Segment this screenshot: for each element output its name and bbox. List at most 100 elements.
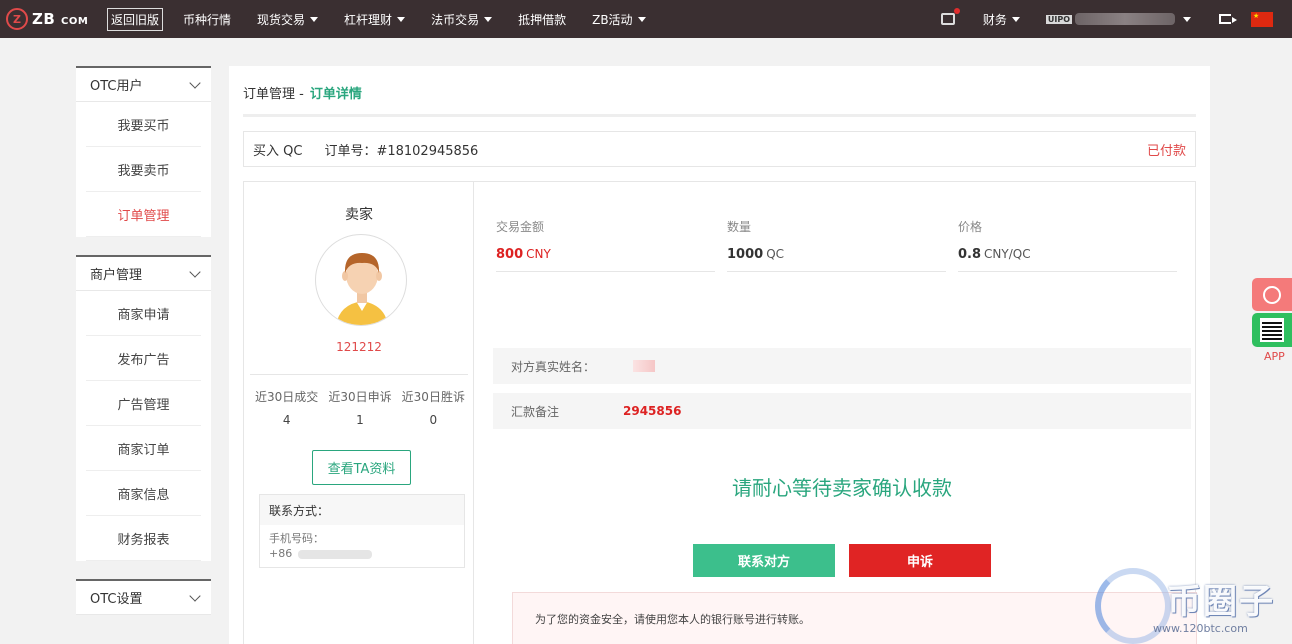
sidebar-group-0: OTC用户我要买币 我要卖币 订单管理 bbox=[76, 66, 211, 237]
sidebar-group-title: 商户管理 bbox=[90, 268, 143, 283]
order-detail-card: 卖家 121212 近30日成交 4 近30日申诉 1 近30日胜诉 0 查看TA资料 联… bbox=[243, 181, 1197, 644]
amount-number: 800 bbox=[496, 247, 524, 262]
chevron-down-icon bbox=[397, 16, 406, 22]
seller-avatar-icon bbox=[336, 253, 388, 325]
trade-price-value: 0.8 CNY/QC bbox=[958, 247, 1177, 262]
seller-stat: 近30日成交 4 bbox=[250, 388, 323, 427]
finance-menu[interactable]: 财务 bbox=[983, 11, 1020, 28]
seller-stat: 近30日申诉 1 bbox=[323, 388, 396, 427]
appeal-button[interactable]: 申诉 bbox=[849, 544, 991, 577]
seller-stat-label: 近30日成交 bbox=[255, 390, 319, 404]
status-message: 请耐心等待卖家确认收款 bbox=[732, 476, 952, 500]
seller-stat-value: 4 bbox=[282, 413, 291, 427]
contact-box: 联系方式： 手机号码： +86 bbox=[259, 494, 465, 568]
nav-item-3[interactable]: 法币交易 bbox=[431, 11, 493, 28]
user-name-blurred bbox=[1075, 13, 1175, 25]
sidebar-item[interactable]: 商家订单 bbox=[86, 426, 201, 471]
nav-item-5[interactable]: ZB活动 bbox=[592, 11, 646, 28]
remark-value[interactable]: 2945856 bbox=[623, 404, 681, 418]
sidebar-item[interactable]: 我要卖币 bbox=[86, 147, 201, 192]
chevron-down-icon bbox=[484, 16, 493, 22]
quantity-unit: QC bbox=[766, 247, 785, 261]
remark-label: 汇款备注 bbox=[511, 404, 560, 419]
order-summary-bar: 买入 QC 订单号：#18102945856 已付款 bbox=[243, 131, 1196, 167]
trade-quantity: 数量 1000 QC bbox=[727, 218, 946, 272]
sidebar-group-1: 商户管理商家申请 发布广告 广告管理 商家订单 商家信息 财务报表 bbox=[76, 255, 211, 561]
sidebar-item[interactable]: 我要买币 bbox=[86, 102, 201, 147]
app-label[interactable]: APP bbox=[1264, 350, 1285, 363]
amount-unit: CNY bbox=[526, 247, 551, 261]
sidebar-item[interactable]: 商家申请 bbox=[86, 291, 201, 336]
nav-item-label: 法币交易 bbox=[431, 12, 480, 27]
logo-mark-icon: Z bbox=[6, 8, 28, 30]
nav-item-0[interactable]: 币种行情 bbox=[183, 11, 231, 28]
watermark-url: www.120btc.com bbox=[1153, 622, 1248, 635]
sidebar-group-title: OTC用户 bbox=[90, 79, 143, 94]
sidebar-group-header[interactable]: 商户管理 bbox=[76, 257, 211, 291]
price-number: 0.8 bbox=[958, 247, 982, 262]
chevron-down-icon bbox=[310, 16, 319, 22]
nav-item-label: 现货交易 bbox=[257, 12, 306, 27]
seller-name[interactable]: 121212 bbox=[244, 340, 474, 354]
chevron-down-icon bbox=[189, 589, 201, 602]
logo-text: ZB COM bbox=[32, 10, 89, 28]
payee-name-label: 对方真实姓名： bbox=[511, 359, 596, 374]
breadcrumb: 订单管理 - 订单详情 bbox=[243, 83, 362, 102]
message-icon[interactable] bbox=[940, 8, 960, 25]
trade-quantity-label: 数量 bbox=[727, 220, 752, 234]
sidebar-group-title: OTC设置 bbox=[90, 592, 143, 607]
contact-title: 联系方式： bbox=[260, 495, 464, 525]
phone-value: +86 bbox=[269, 546, 455, 561]
divider bbox=[250, 374, 468, 375]
zb-logo[interactable]: Z ZB COM bbox=[6, 8, 98, 30]
trade-price: 价格 0.8 CNY/QC bbox=[958, 218, 1177, 272]
sidebar-item[interactable]: 商家信息 bbox=[86, 471, 201, 516]
chevron-down-icon bbox=[1183, 16, 1191, 22]
seller-stat-label: 近30日胜诉 bbox=[401, 390, 465, 404]
user-menu[interactable]: UIPO bbox=[1045, 13, 1191, 25]
sidebar-item[interactable]: 订单管理 bbox=[86, 192, 201, 237]
app-qr-button[interactable] bbox=[1252, 313, 1292, 347]
seller-stat-value: 1 bbox=[356, 413, 364, 427]
main-panel: 订单管理 - 订单详情 买入 QC 订单号：#18102945856 已付款 卖家… bbox=[229, 66, 1210, 644]
header-tools: 财务 UIPO bbox=[940, 0, 1292, 38]
breadcrumb-parent[interactable]: 订单管理 - bbox=[243, 87, 304, 102]
logout-icon[interactable] bbox=[1219, 14, 1237, 24]
sidebar: OTC用户我要买币 我要卖币 订单管理商户管理商家申请 发布广告 广告管理 商家订单 商家信… bbox=[76, 66, 211, 633]
notification-dot bbox=[953, 8, 960, 14]
nav-item-label: 抵押借款 bbox=[518, 12, 567, 27]
quantity-number: 1000 bbox=[727, 247, 764, 262]
seller-panel: 卖家 121212 近30日成交 4 近30日申诉 1 近30日胜诉 0 查看TA资料 联… bbox=[244, 182, 474, 644]
avatar bbox=[315, 234, 407, 326]
view-profile-button[interactable]: 查看TA资料 bbox=[312, 450, 411, 485]
old-version-button[interactable]: 返回旧版 bbox=[107, 7, 164, 31]
china-flag-icon[interactable] bbox=[1251, 11, 1273, 27]
nav-item-label: 杠杆理财 bbox=[344, 12, 393, 27]
sidebar-group-header[interactable]: OTC设置 bbox=[76, 581, 211, 615]
sidebar-item[interactable]: 发布广告 bbox=[86, 336, 201, 381]
phone-label: 手机号码： bbox=[269, 532, 324, 545]
nav-item-1[interactable]: 现货交易 bbox=[257, 11, 319, 28]
headset-icon bbox=[1263, 285, 1281, 304]
sidebar-item[interactable]: 广告管理 bbox=[86, 381, 201, 426]
sidebar-item[interactable]: 财务报表 bbox=[86, 516, 201, 561]
finance-label: 财务 bbox=[982, 12, 1007, 27]
trade-amount: 交易金额 800 CNY bbox=[496, 218, 715, 272]
trade-info: 交易金额 800 CNY 数量 1000 QC 价格 0.8 CNY/QC bbox=[496, 218, 1189, 272]
customer-service-button[interactable] bbox=[1252, 278, 1292, 311]
top-navbar: Z ZB COM 返回旧版 币种行情 现货交易 杠杆理财 法币交易 抵押借款 ZB活动 财… bbox=[0, 0, 1292, 38]
sidebar-group-header[interactable]: OTC用户 bbox=[76, 68, 211, 102]
payee-name-blurred bbox=[633, 360, 655, 372]
breadcrumb-current: 订单详情 bbox=[309, 87, 362, 102]
nav-item-4[interactable]: 抵押借款 bbox=[518, 11, 566, 28]
trade-amount-label: 交易金额 bbox=[496, 220, 545, 234]
nav-item-2[interactable]: 杠杆理财 bbox=[344, 11, 406, 28]
nav-item-label: ZB活动 bbox=[592, 12, 633, 27]
seller-stat: 近30日胜诉 0 bbox=[397, 388, 470, 427]
seller-title: 卖家 bbox=[345, 207, 373, 223]
price-unit: CNY/QC bbox=[984, 247, 1031, 261]
seller-stat-label: 近30日申诉 bbox=[328, 390, 392, 404]
remark-row: 汇款备注 2945856 bbox=[493, 393, 1191, 429]
contact-counterparty-button[interactable]: 联系对方 bbox=[693, 544, 835, 577]
trade-quantity-value: 1000 QC bbox=[727, 247, 946, 262]
